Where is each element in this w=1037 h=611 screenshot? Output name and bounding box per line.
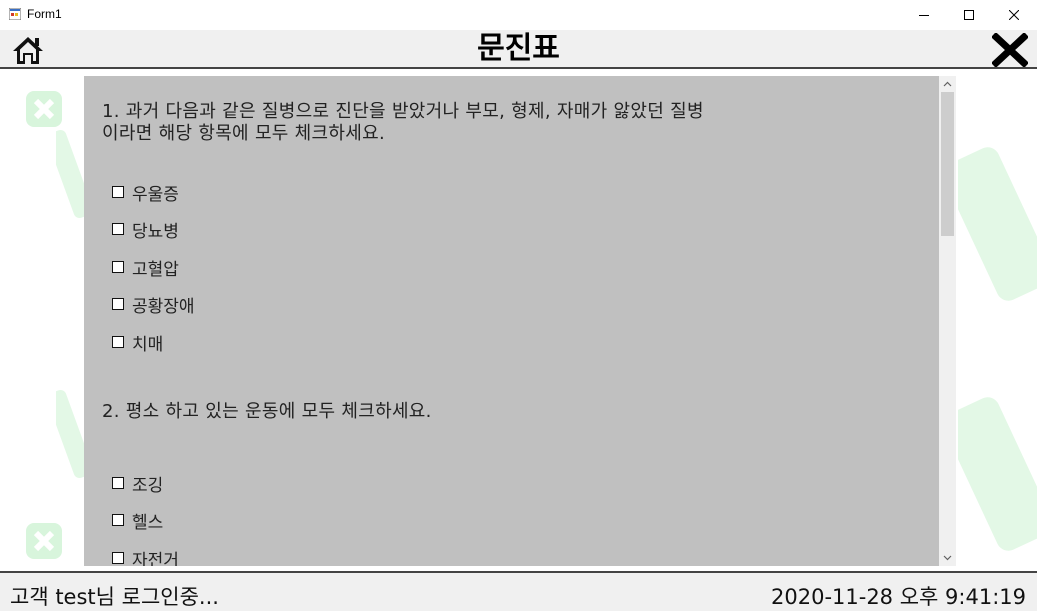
content-area: 1. 과거 다음과 같은 질병으로 진단을 받았거나 부모, 형제, 자매가 앓…: [0, 69, 1037, 571]
app-header: 문진표: [0, 30, 1037, 69]
checkbox-box[interactable]: [112, 514, 124, 526]
checkbox-diabetes[interactable]: 당뇨병: [112, 218, 179, 242]
checkbox-hypertension[interactable]: 고혈압: [112, 256, 179, 280]
checkbox-bicycle[interactable]: 자전거: [112, 547, 179, 566]
checkbox-box[interactable]: [112, 552, 124, 564]
scroll-thumb[interactable]: [941, 92, 954, 236]
checkbox-box[interactable]: [112, 261, 124, 273]
chevron-up-icon: [943, 81, 952, 87]
checkbox-box[interactable]: [112, 336, 124, 348]
question-1-text: 1. 과거 다음과 같은 질병으로 진단을 받았거나 부모, 형제, 자매가 앓…: [102, 101, 704, 144]
checkbox-depression[interactable]: 우울증: [112, 181, 179, 205]
checkbox-label: 우울증: [132, 184, 179, 205]
maximize-icon: [964, 10, 974, 20]
checkbox-dementia[interactable]: 치매: [112, 331, 164, 355]
checkbox-box[interactable]: [112, 477, 124, 489]
app-close-button[interactable]: [991, 32, 1029, 68]
vertical-scrollbar[interactable]: [939, 76, 956, 566]
checkbox-label: 헬스: [132, 512, 164, 533]
minimize-icon: [919, 15, 929, 16]
checkbox-box[interactable]: [112, 186, 124, 198]
datetime-text: 2020-11-28 오후 9:41:19: [771, 585, 1026, 609]
app-icon: [9, 8, 21, 20]
checkbox-label: 공황장애: [132, 296, 195, 317]
login-status-text: 고객 test님 로그인중...: [10, 585, 219, 609]
home-button[interactable]: [10, 34, 46, 66]
scroll-down-button[interactable]: [939, 550, 956, 566]
checkbox-gym[interactable]: 헬스: [112, 509, 164, 533]
window-title: Form1: [27, 7, 62, 21]
window-title-bar: Form1: [0, 0, 1037, 31]
window-close-button[interactable]: [991, 0, 1037, 30]
checkbox-label: 자전거: [132, 550, 179, 567]
status-bar: 고객 test님 로그인중... 2020-11-28 오후 9:41:19: [0, 571, 1037, 611]
scroll-up-button[interactable]: [939, 76, 956, 92]
chevron-down-icon: [943, 555, 952, 561]
x-close-icon: [991, 32, 1029, 68]
checkbox-panic-disorder[interactable]: 공황장애: [112, 293, 195, 317]
checkbox-label: 고혈압: [132, 259, 179, 280]
checkbox-label: 치매: [132, 334, 164, 355]
watermark-left-mid-icon: [56, 129, 84, 479]
survey-panel: 1. 과거 다음과 같은 질병으로 진단을 받았거나 부모, 형제, 자매가 앓…: [84, 76, 939, 566]
watermark-left-icon: [26, 91, 62, 127]
checkbox-label: 당뇨병: [132, 221, 179, 242]
question-2-text: 2. 평소 하고 있는 운동에 모두 체크하세요.: [102, 401, 432, 422]
close-icon: [1009, 10, 1019, 20]
checkbox-jogging[interactable]: 조깅: [112, 472, 164, 496]
page-title: 문진표: [477, 31, 560, 66]
home-icon: [13, 37, 43, 64]
checkbox-label: 조깅: [132, 475, 164, 496]
minimize-button[interactable]: [901, 0, 947, 30]
watermark-right-icon: [958, 147, 1037, 551]
checkbox-box[interactable]: [112, 298, 124, 310]
maximize-button[interactable]: [946, 0, 992, 30]
checkbox-box[interactable]: [112, 223, 124, 235]
